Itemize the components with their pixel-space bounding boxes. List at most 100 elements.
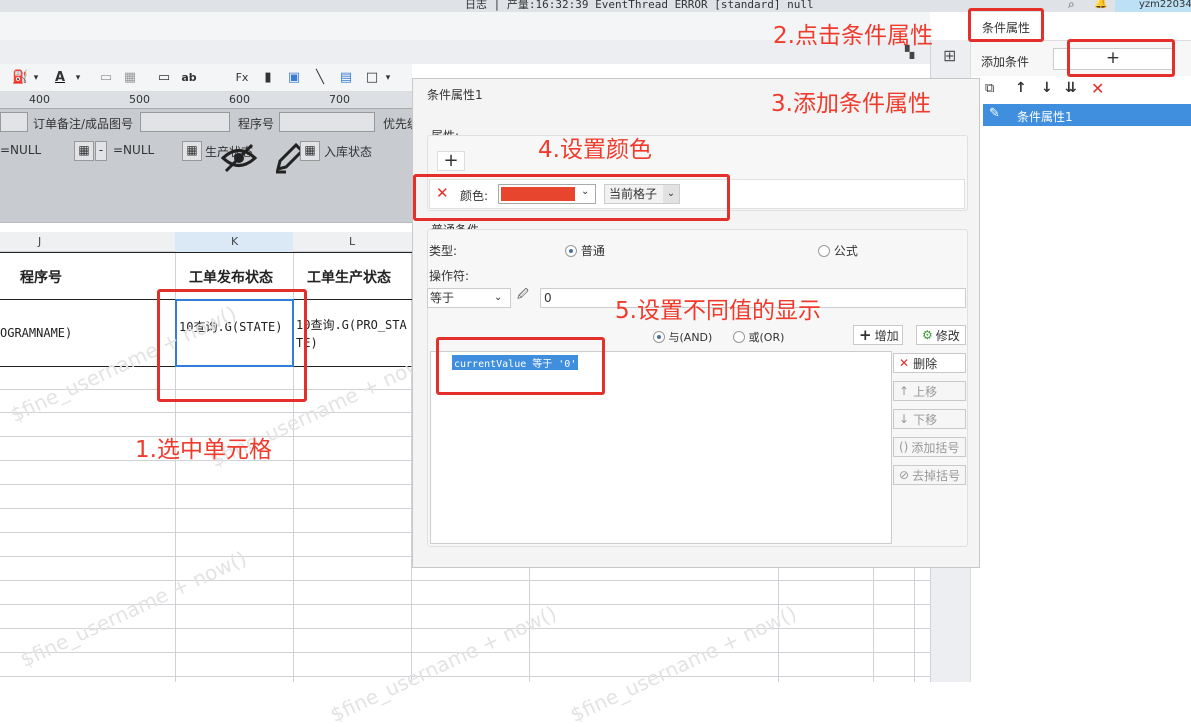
and-radio[interactable]: 与(AND)	[653, 329, 712, 345]
column-header[interactable]: J	[38, 235, 41, 248]
scope-select[interactable]: 当前格子 ⌄	[604, 184, 680, 204]
add-button[interactable]: + 增加	[853, 325, 903, 345]
add-condition-button[interactable]: +	[1053, 48, 1173, 70]
annotation-step5: 5.设置不同值的显示	[615, 298, 821, 324]
log-message: 日志 | 产量:16:32:39 EventThread ERROR [stan…	[465, 0, 814, 11]
remove-paren-icon: ⊘	[899, 468, 910, 482]
data-cell[interactable]: 10查询.G(PRO_STATE)	[296, 316, 408, 352]
condition-panel: 条件属性 添加条件 + ⧉ ↑ ↓ ⇊ ✕ ✎ 条件属性1	[970, 12, 1191, 682]
type-label: 类型:	[429, 244, 458, 258]
delete-button[interactable]: ✕ 删除	[893, 353, 966, 373]
remove-paren-button[interactable]: ⊘ 去掉括号	[893, 465, 966, 485]
header-cell[interactable]: 程序号	[20, 267, 62, 287]
arrow-down-icon: ↓	[899, 412, 910, 426]
close-icon: ✕	[899, 356, 910, 370]
add-condition-label: 添加条件	[981, 55, 1030, 69]
arrow-up-icon: ↑	[899, 384, 910, 398]
condition-list[interactable]: currentValue 等于 '0'	[430, 351, 892, 544]
list-toolbar: ⧉ ↑ ↓ ⇊ ✕	[981, 79, 1191, 102]
border-icon[interactable]: ▭	[98, 70, 114, 86]
priority-label: 优先级	[383, 117, 412, 131]
ruler-tick: 400	[29, 93, 50, 106]
text-icon[interactable]: ab	[181, 70, 197, 86]
format-toolbar: ⛽ ▾ A ▾ ▭ ▦ ▭ ab Fx ▮ ▣ ╲ ▤ □ ▾	[0, 64, 412, 92]
chevron-down-icon: ⌄	[663, 185, 679, 203]
search-icon[interactable]: ⌕	[1068, 0, 1075, 12]
order-remark-input[interactable]	[140, 112, 230, 132]
range-dash: -	[95, 141, 107, 161]
calendar-icon[interactable]: ▦	[182, 141, 202, 161]
image-icon[interactable]: ▣	[286, 70, 302, 86]
sort-icon[interactable]: ⇊	[1065, 80, 1077, 96]
bar-chart-icon[interactable]: ▮	[260, 70, 276, 86]
annotation-step4: 4.设置颜色	[538, 137, 652, 163]
or-radio[interactable]: 或(OR)	[733, 329, 784, 345]
book-icon[interactable]: ▤	[338, 70, 354, 86]
slash-icon[interactable]: ╲	[312, 70, 328, 86]
type-formula-radio[interactable]: 公式	[818, 242, 858, 259]
condition-item[interactable]: currentValue 等于 '0'	[452, 355, 579, 370]
move-up-button[interactable]: ↑ 上移	[893, 381, 966, 401]
and-label: 与(AND)	[668, 331, 713, 344]
user-name[interactable]: yzm22034	[1115, 0, 1191, 12]
operator-select[interactable]: 等于 ⌄	[427, 288, 511, 308]
inbound-status-label: 入库状态	[324, 145, 373, 159]
list-item-condition[interactable]: ✎ 条件属性1	[983, 104, 1191, 126]
annotation-step2: 2.点击条件属性	[773, 23, 933, 49]
header-cell[interactable]: 工单发布状态	[189, 267, 273, 287]
calendar-icon[interactable]: ▦	[300, 141, 320, 161]
column-header[interactable]: L	[349, 235, 355, 248]
operator-value: 等于	[430, 291, 455, 305]
dialog-title: 条件属性1	[427, 88, 483, 102]
ruler-tick: 700	[329, 93, 350, 106]
ruler-tick: 600	[229, 93, 250, 106]
data-cell[interactable]: OGRAMNAME)	[0, 326, 72, 340]
chevron-down-icon[interactable]: ▾	[28, 70, 44, 86]
order-remark-label: 订单备注/成品图号	[33, 117, 134, 131]
border-style-icon[interactable]: □	[364, 70, 380, 86]
calendar-icon[interactable]: ▦	[74, 141, 94, 161]
annotation-step3: 3.添加条件属性	[771, 91, 931, 117]
color-picker[interactable]: ⌄	[498, 184, 596, 204]
chevron-down-icon[interactable]: ▾	[70, 70, 86, 86]
type-normal-label: 普通	[580, 244, 605, 258]
type-normal-radio[interactable]: 普通	[565, 242, 605, 259]
annotation-step1: 1.选中单元格	[135, 437, 272, 463]
close-icon[interactable]: ✕	[1091, 79, 1104, 98]
color-swatch	[501, 187, 575, 201]
paint-bucket-icon[interactable]: ⛽	[12, 70, 28, 86]
chevron-down-icon: ⌄	[581, 186, 590, 197]
bell-icon[interactable]: 🔔	[1094, 0, 1108, 9]
operator-label: 操作符:	[429, 269, 470, 283]
arrow-up-icon[interactable]: ↑	[1015, 80, 1027, 96]
modify-icon: ⚙	[922, 328, 933, 342]
move-down-button[interactable]: ↓ 下移	[893, 409, 966, 429]
copy-icon[interactable]: ⧉	[985, 81, 994, 96]
arrow-down-icon[interactable]: ↓	[1041, 80, 1053, 96]
header-cell[interactable]: 工单生产状态	[307, 267, 391, 287]
column-header[interactable]: K	[231, 235, 238, 248]
add-attribute-button[interactable]: +	[437, 151, 465, 171]
panel-toggle-icon[interactable]: ⊞	[943, 46, 956, 65]
scope-value: 当前格子	[609, 187, 658, 201]
list-item-label: 条件属性1	[1017, 110, 1073, 124]
chevron-down-icon[interactable]: ▾	[380, 70, 396, 86]
close-icon[interactable]: ✕	[436, 184, 449, 202]
hide-icon	[220, 143, 258, 173]
add-condition-bar: 添加条件 +	[971, 40, 1191, 76]
program-input[interactable]	[279, 112, 375, 132]
modify-button[interactable]: ⚙ 修改	[916, 325, 966, 345]
ruler-tick: 500	[129, 93, 150, 106]
merge-icon[interactable]: ▦	[122, 70, 138, 86]
formula-icon[interactable]: Fx	[234, 70, 250, 86]
plus-icon: +	[859, 326, 872, 344]
parameter-panel: 订单备注/成品图号 程序号 优先级 =NULL ▦ - =NULL ▦ 生产状态…	[0, 109, 412, 222]
insert-row-icon[interactable]: ▭	[156, 70, 172, 86]
add-paren-button[interactable]: () 添加括号	[893, 437, 966, 457]
type-formula-label: 公式	[833, 244, 858, 258]
param-input[interactable]	[0, 112, 28, 132]
tab-condition-attributes[interactable]: 条件属性	[979, 16, 1041, 40]
font-color-icon[interactable]: A	[52, 70, 68, 86]
operand-type-icon[interactable]: 🖉	[517, 286, 529, 305]
color-label: 颜色:	[460, 189, 489, 203]
